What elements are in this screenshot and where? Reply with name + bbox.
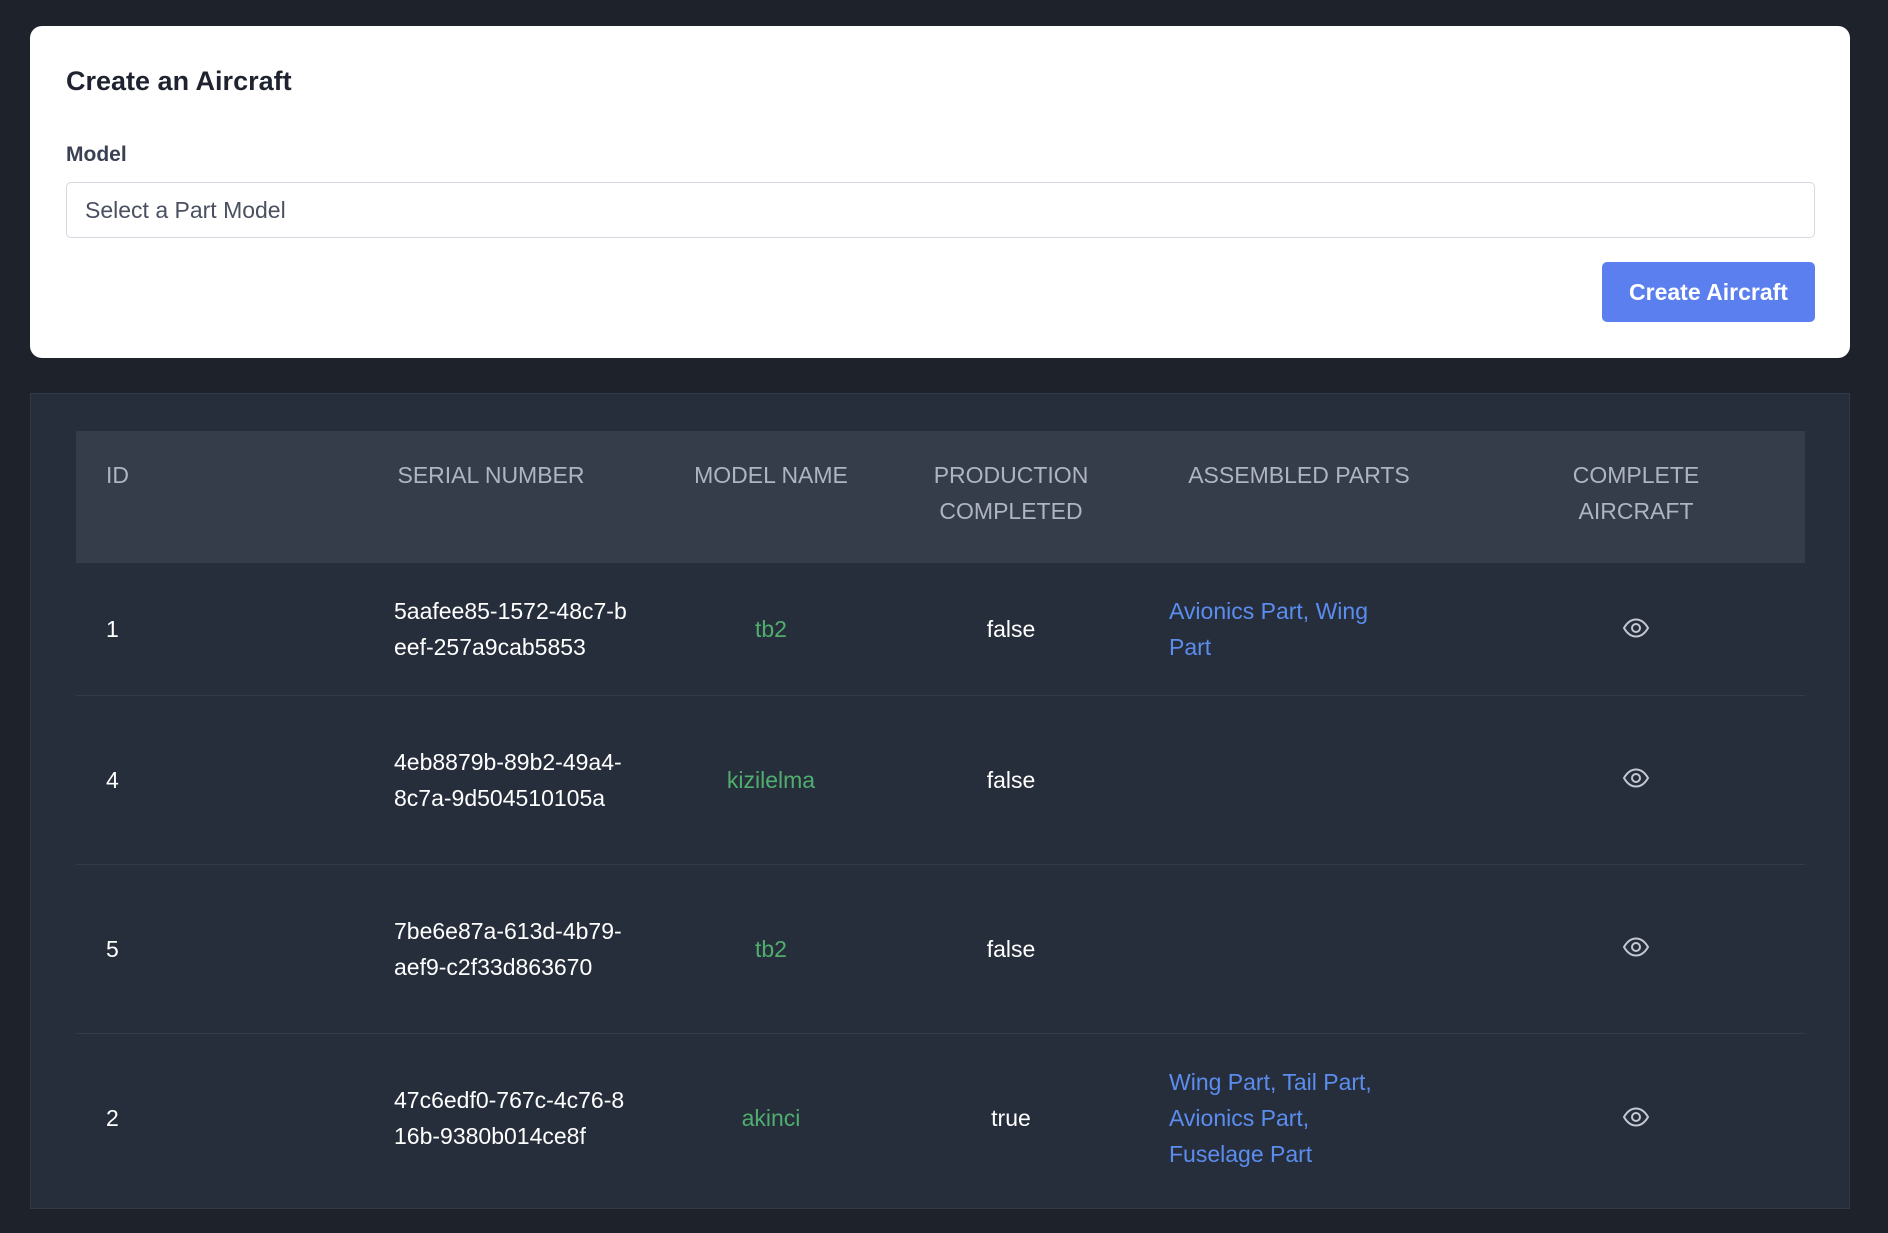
cell-id: 5 <box>106 935 119 962</box>
table-row: 2 47c6edf0-767c-4c76-816b-9380b014ce8f a… <box>76 1033 1805 1202</box>
cell-id: 1 <box>106 615 119 642</box>
header-serial-number: SERIAL NUMBER <box>397 462 585 488</box>
model-select[interactable]: Select a Part Model <box>66 182 1815 238</box>
header-complete-aircraft: COMPLETE AIRCRAFT <box>1572 462 1700 524</box>
eye-icon[interactable] <box>1622 1101 1650 1137</box>
cell-model: kizilelma <box>726 766 816 793</box>
table-row: 4 4eb8879b-89b2-49a4-8c7a-9d504510105a k… <box>76 695 1805 864</box>
cell-complete-aircraft <box>1467 1033 1805 1202</box>
cell-complete-aircraft <box>1467 864 1805 1033</box>
table-row: 1 5aafee85-1572-48c7-beef-257a9cab5853 t… <box>76 563 1805 695</box>
header-assembled-parts: ASSEMBLED PARTS <box>1188 462 1410 488</box>
cell-assembled-parts[interactable] <box>1131 695 1467 864</box>
card-title: Create an Aircraft <box>66 66 292 96</box>
cell-serial: 47c6edf0-767c-4c76-816b-9380b014ce8f <box>394 1086 625 1149</box>
cell-assembled-parts[interactable]: Wing Part, Tail Part, Avionics Part, Fus… <box>1131 1033 1467 1202</box>
cell-completed: true <box>991 1104 1031 1131</box>
cell-complete-aircraft <box>1467 563 1805 695</box>
cell-id: 2 <box>106 1104 119 1131</box>
aircraft-table: ID SERIAL NUMBER MODEL NAME PRODUCTION C… <box>76 431 1805 1202</box>
cell-assembled-parts[interactable]: Avionics Part, Wing Part <box>1131 563 1467 695</box>
cell-completed: false <box>986 766 1036 793</box>
header-production-completed: PRODUCTION COMPLETED <box>933 462 1089 524</box>
header-id: ID <box>106 462 129 488</box>
header-model-name: MODEL NAME <box>694 462 848 488</box>
model-label: Model <box>66 143 127 166</box>
table-row: 5 7be6e87a-613d-4b79-aef9-c2f33d863670 t… <box>76 864 1805 1033</box>
cell-model: akinci <box>741 1104 801 1131</box>
create-aircraft-button[interactable]: Create Aircraft <box>1602 262 1815 322</box>
cell-id: 4 <box>106 766 119 793</box>
eye-icon[interactable] <box>1622 612 1650 648</box>
table-header-row: ID SERIAL NUMBER MODEL NAME PRODUCTION C… <box>76 431 1805 563</box>
cell-complete-aircraft <box>1467 695 1805 864</box>
cell-serial: 4eb8879b-89b2-49a4-8c7a-9d504510105a <box>394 748 622 811</box>
cell-completed: false <box>986 615 1036 642</box>
cell-completed: false <box>986 935 1036 962</box>
eye-icon[interactable] <box>1622 931 1650 967</box>
aircraft-table-panel: ID SERIAL NUMBER MODEL NAME PRODUCTION C… <box>30 393 1850 1209</box>
eye-icon[interactable] <box>1622 762 1650 798</box>
model-select-placeholder: Select a Part Model <box>85 196 286 223</box>
cell-model: tb2 <box>755 615 787 642</box>
cell-serial: 7be6e87a-613d-4b79-aef9-c2f33d863670 <box>394 917 622 980</box>
cell-assembled-parts[interactable] <box>1131 864 1467 1033</box>
cell-model: tb2 <box>755 935 787 962</box>
cell-serial: 5aafee85-1572-48c7-beef-257a9cab5853 <box>394 597 627 660</box>
create-aircraft-card: Create an Aircraft Model Select a Part M… <box>30 26 1850 358</box>
